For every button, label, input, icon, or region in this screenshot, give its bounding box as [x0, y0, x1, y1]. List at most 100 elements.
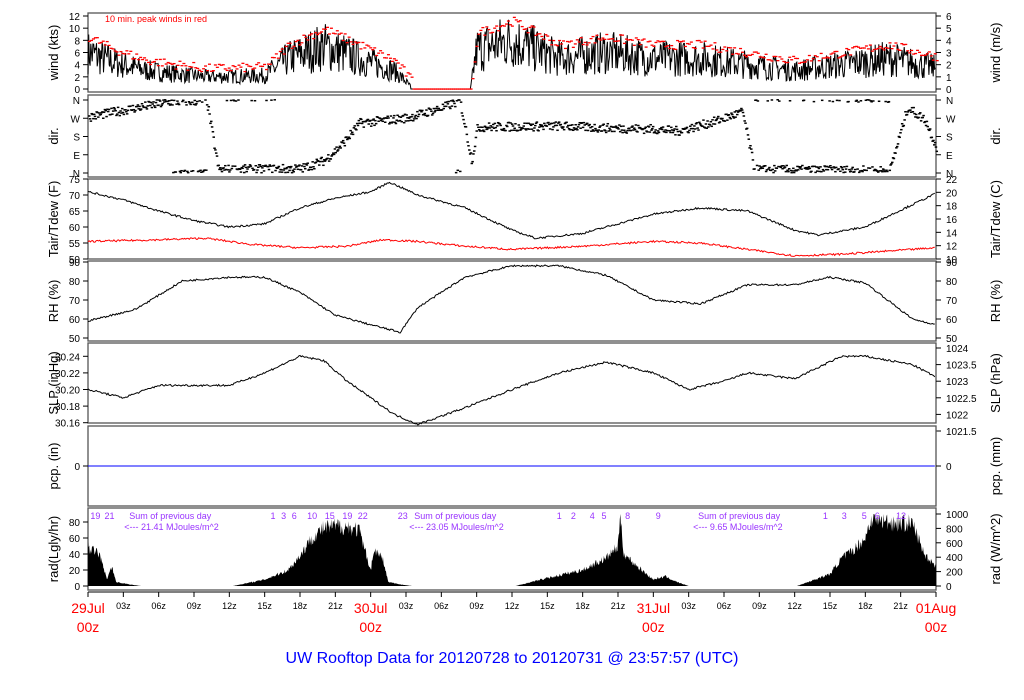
peak-wind-mark — [385, 57, 389, 59]
direction-point — [834, 170, 837, 173]
direction-point — [650, 129, 653, 131]
direction-point — [636, 131, 639, 133]
direction-point — [768, 166, 771, 169]
y-right-axis-label: rad (W/m^2) — [988, 513, 1003, 584]
direction-point — [327, 154, 330, 156]
direction-point — [669, 131, 672, 134]
direction-point — [665, 129, 669, 132]
direction-point — [617, 128, 620, 130]
direction-point — [896, 143, 900, 145]
hour-marker: 19 — [90, 511, 100, 521]
direction-point — [303, 165, 306, 168]
direction-point — [149, 104, 152, 107]
date-label: 31Jul — [637, 600, 670, 616]
direction-point — [540, 124, 544, 126]
peak-wind-mark — [381, 52, 385, 54]
wind-line — [87, 19, 936, 90]
direction-point — [766, 100, 770, 102]
panel-frame — [87, 342, 937, 424]
direction-point — [819, 166, 822, 168]
direction-point — [449, 107, 452, 110]
direction-point — [616, 126, 619, 129]
direction-point — [167, 102, 170, 105]
peak-wind-mark — [503, 25, 507, 27]
peak-wind-mark — [117, 54, 121, 56]
daily-sum-label: Sum of previous day — [129, 511, 212, 521]
direction-point — [582, 121, 586, 124]
direction-point — [933, 141, 937, 144]
direction-point — [416, 110, 419, 113]
peak-wind-mark — [164, 63, 168, 65]
x-tick-label: 15z — [540, 601, 555, 611]
hour-marker: 10 — [307, 511, 317, 521]
panel-dir — [83, 94, 941, 178]
direction-point — [407, 120, 410, 122]
direction-point — [530, 128, 534, 130]
direction-point — [219, 167, 222, 169]
peak-wind-mark — [703, 40, 707, 42]
direction-point — [120, 107, 124, 110]
direction-point — [604, 129, 607, 132]
direction-point — [750, 148, 753, 150]
direction-point — [532, 130, 535, 132]
direction-point — [177, 103, 181, 106]
peak-wind-mark — [176, 64, 180, 66]
direction-point — [400, 120, 403, 123]
direction-point — [334, 151, 338, 154]
direction-point — [853, 168, 857, 171]
peak-wind-mark — [479, 29, 483, 32]
direction-point — [208, 113, 211, 115]
direction-point — [160, 104, 164, 106]
peak-wind-mark — [493, 27, 497, 29]
peak-wind-mark — [597, 38, 601, 40]
direction-point — [179, 171, 183, 174]
direction-point — [294, 164, 297, 166]
peak-wind-mark — [367, 45, 371, 47]
direction-point — [313, 168, 316, 170]
direction-point — [698, 121, 701, 124]
x-tick-label: 18z — [858, 601, 873, 611]
x-tick-label: 12z — [505, 601, 520, 611]
peak-wind-mark — [373, 47, 377, 49]
direction-point — [214, 152, 218, 154]
direction-point — [104, 109, 107, 112]
x-tick-label: 15z — [823, 601, 838, 611]
direction-point — [394, 122, 398, 125]
peak-wind-mark — [630, 39, 634, 41]
direction-point — [887, 100, 891, 103]
y-right-tick-label: 5 — [946, 24, 952, 35]
direction-point — [195, 102, 198, 105]
direction-point — [461, 115, 464, 117]
peak-wind-mark — [510, 25, 514, 27]
y-tick-label: 0 — [74, 85, 80, 96]
peak-wind-mark — [575, 39, 579, 41]
direction-point — [488, 127, 492, 129]
direction-point — [257, 166, 260, 168]
direction-point — [338, 145, 342, 148]
direction-point — [118, 114, 122, 117]
direction-point — [820, 170, 823, 173]
y-right-tick-label: 200 — [946, 568, 963, 579]
direction-point — [131, 104, 135, 107]
direction-point — [517, 124, 521, 126]
direction-point — [242, 171, 246, 174]
peak-wind-mark — [255, 63, 259, 66]
x-tick-label: 09z — [469, 601, 484, 611]
peak-wind-mark — [143, 57, 147, 59]
direction-point — [552, 126, 555, 128]
direction-point — [228, 171, 231, 173]
peak-wind-mark — [589, 37, 593, 40]
direction-point — [206, 109, 210, 111]
direction-point — [710, 125, 713, 128]
direction-point — [820, 99, 824, 102]
direction-point — [499, 124, 502, 127]
direction-point — [629, 129, 633, 132]
direction-point — [562, 126, 565, 128]
tair-line — [87, 181, 936, 240]
peak-wind-mark — [750, 53, 754, 56]
direction-point — [657, 131, 661, 134]
y-right-tick-label: 400 — [946, 553, 963, 564]
direction-point — [212, 136, 215, 138]
peak-wind-mark — [585, 44, 589, 46]
peak-wind-mark — [731, 53, 735, 55]
